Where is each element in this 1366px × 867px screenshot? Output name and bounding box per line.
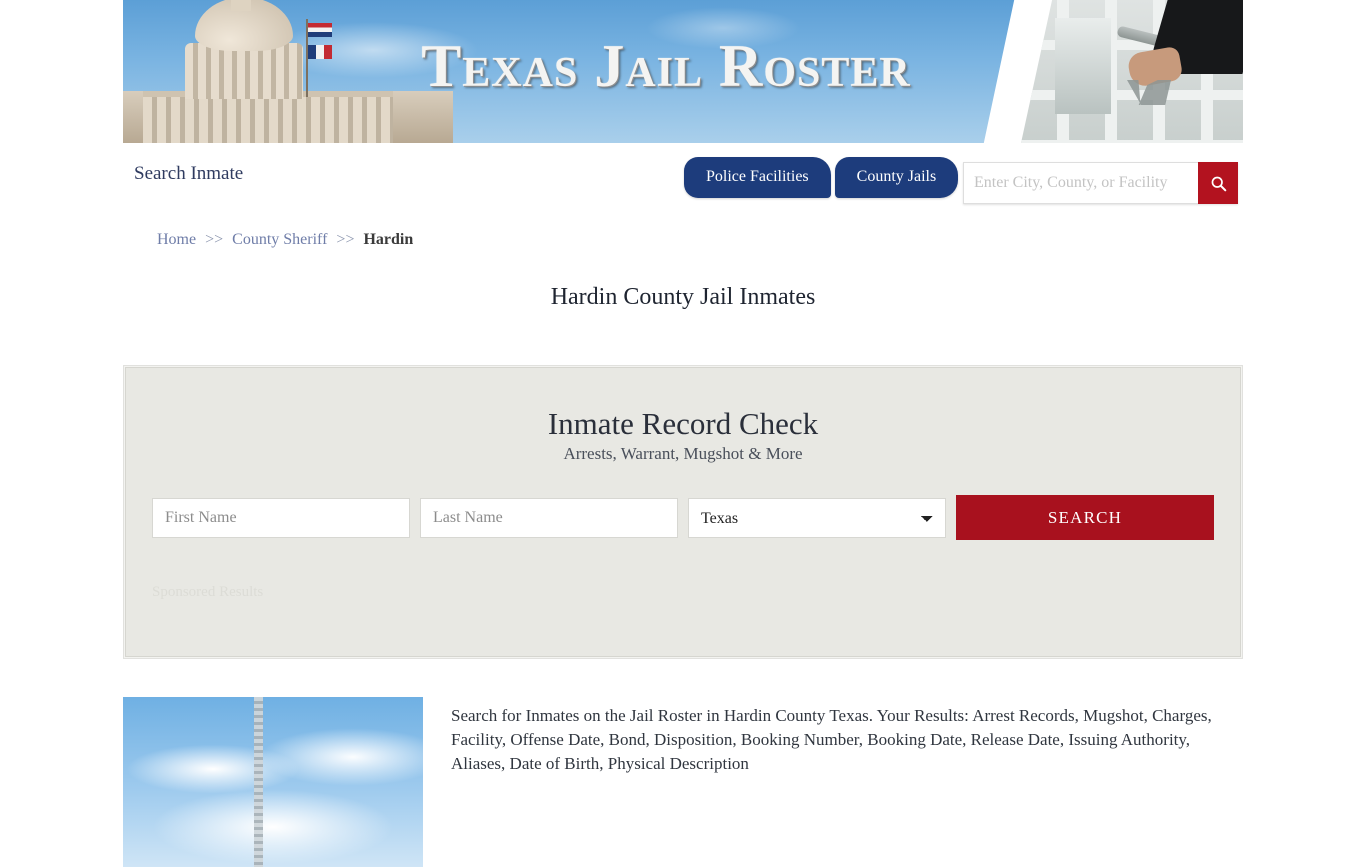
header-search-input[interactable]: [963, 162, 1198, 204]
nav-tabs: Police Facilities County Jails: [684, 157, 959, 198]
inmate-search-button[interactable]: SEARCH: [956, 495, 1214, 540]
inmate-search-form: Texas SEARCH: [152, 495, 1214, 540]
inmate-record-check-panel: Inmate Record Check Arrests, Warrant, Mu…: [123, 365, 1243, 659]
breadcrumb: Home >> County Sheriff >> Hardin: [157, 231, 1243, 249]
last-name-input[interactable]: [420, 498, 678, 538]
panel-subheading: Arrests, Warrant, Mugshot & More: [563, 444, 803, 463]
tab-police-facilities[interactable]: Police Facilities: [684, 157, 831, 198]
search-icon: [1211, 176, 1226, 191]
panel-heading: Inmate Record Check: [547, 406, 819, 441]
tab-county-jails-label: County Jails: [856, 168, 937, 185]
site-banner: Texas Jail Roster: [123, 0, 1243, 143]
breadcrumb-separator: >>: [205, 231, 224, 248]
content-section: Search for Inmates on the Jail Roster in…: [123, 697, 1243, 867]
content-paragraph: Search for Inmates on the Jail Roster in…: [451, 706, 1212, 774]
banner-title: Texas Jail Roster: [421, 33, 911, 99]
tab-county-jails[interactable]: County Jails: [834, 157, 959, 198]
breadcrumb-item-county-sheriff[interactable]: County Sheriff: [232, 231, 327, 248]
breadcrumb-item-current: Hardin: [363, 231, 414, 248]
page-title: Hardin County Jail Inmates: [550, 284, 816, 310]
first-name-input[interactable]: [152, 498, 410, 538]
page-container: Texas Jail Roster Search Inmate Police F…: [123, 0, 1243, 867]
breadcrumb-separator: >>: [336, 231, 355, 248]
state-select[interactable]: Texas: [688, 498, 946, 538]
site-brand-label[interactable]: Search Inmate: [134, 163, 243, 185]
header-search-button[interactable]: [1198, 162, 1238, 204]
top-navigation-bar: Search Inmate Police Facilities County J…: [123, 143, 1243, 215]
tab-police-facilities-label: Police Facilities: [706, 168, 809, 185]
sponsored-results-label: Sponsored Results: [152, 584, 264, 600]
content-thumbnail-image: [123, 697, 423, 867]
tower-shape: [254, 697, 263, 867]
header-search: [963, 162, 1238, 204]
breadcrumb-item-home[interactable]: Home: [157, 231, 196, 248]
